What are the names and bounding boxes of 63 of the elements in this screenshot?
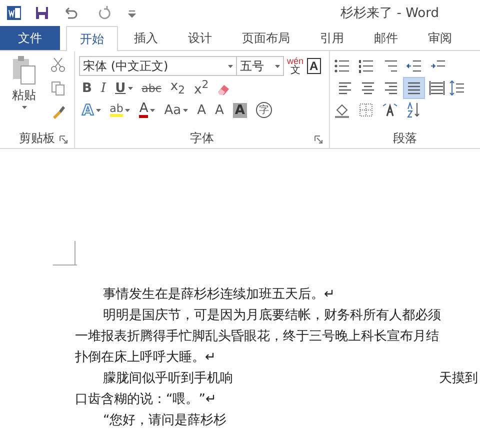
- format-button[interactable]: abc: [138, 78, 164, 98]
- borders-icon[interactable]: [358, 102, 374, 118]
- align-icon: [383, 80, 399, 96]
- scissors-icon[interactable]: [50, 57, 66, 73]
- document-text: 扑倒在床上呼呼大睡。↵: [75, 348, 216, 366]
- document-text: 一堆报表折腾得手忙脚乱头昏眼花，终于三号晚上科长宣布月结: [75, 328, 439, 344]
- ribbon-tab[interactable]: 邮件: [360, 26, 412, 50]
- format-button[interactable]: ab: [106, 100, 134, 120]
- group-label: 段落: [393, 130, 417, 146]
- caret-icon: [22, 106, 26, 109]
- ribbon-tab[interactable]: 页面布局: [228, 26, 304, 50]
- dialog-launcher-icon[interactable]: [314, 135, 323, 144]
- format-button[interactable]: x$^{2}$: [191, 78, 212, 98]
- line-spacing-icon[interactable]: [449, 80, 465, 96]
- numbered-list-icon[interactable]: [358, 58, 374, 74]
- caret-icon: [228, 64, 233, 68]
- ribbon-tab[interactable]: 开始: [66, 26, 118, 51]
- sort-icon[interactable]: [406, 102, 422, 118]
- format-button[interactable]: I: [98, 78, 110, 98]
- phonetic-guide-button[interactable]: wén 文: [287, 56, 304, 76]
- format-button[interactable]: A: [194, 100, 210, 120]
- redo-icon[interactable]: [96, 5, 112, 21]
- ribbon-tab[interactable]: 设计: [174, 26, 226, 50]
- align-icon: [429, 80, 445, 96]
- group-label: 字体: [190, 130, 214, 146]
- format-button[interactable]: B: [79, 78, 95, 98]
- character-border-button[interactable]: A: [306, 58, 322, 74]
- ribbon-tab[interactable]: 插入: [120, 26, 172, 50]
- format-button[interactable]: A: [212, 100, 227, 120]
- align-button[interactable]: [403, 77, 425, 99]
- document-text: 明明是国庆节，可是因为月底要结帐，财务科所有人都必须: [103, 306, 441, 324]
- margin-corner-mark: [53, 241, 77, 267]
- format-button[interactable]: Aa: [161, 100, 192, 120]
- format-button[interactable]: A: [79, 100, 104, 120]
- file-menu-button[interactable]: 文件: [0, 26, 60, 50]
- document-text: 事情发生在是薛杉杉连续加班五天后。↵: [103, 286, 335, 302]
- document-text: 天摸到: [439, 370, 479, 386]
- document-text: “您好，请问是薛杉杉: [103, 412, 227, 428]
- format-button[interactable]: A: [136, 100, 158, 120]
- dialog-launcher-icon[interactable]: [59, 135, 68, 144]
- multilevel-list-icon[interactable]: [382, 58, 398, 74]
- bullet-list-icon[interactable]: [334, 58, 350, 74]
- font-size-dropdown[interactable]: 五号: [236, 56, 284, 76]
- decrease-indent-icon[interactable]: [406, 58, 422, 74]
- caret-icon: [275, 64, 280, 68]
- document-text: 口齿含糊的说：“喂。”↵: [75, 390, 216, 408]
- group-label: 剪贴板: [19, 130, 55, 146]
- align-icon: [360, 80, 376, 96]
- copy-icon[interactable]: [50, 80, 66, 96]
- paste-button[interactable]: 粘贴: [4, 55, 44, 128]
- format-button[interactable]: U: [112, 78, 136, 98]
- align-icon: [406, 80, 422, 96]
- ribbon-tab[interactable]: 审阅: [414, 26, 466, 50]
- ribbon-tab[interactable]: 引用: [306, 26, 358, 50]
- window-title: 杉杉来了 - Word: [340, 5, 439, 22]
- clipboard-icon: [11, 55, 37, 85]
- asian-layout-icon[interactable]: [382, 102, 398, 118]
- format-button[interactable]: x$_{2}$: [167, 78, 188, 98]
- paint-bucket-icon[interactable]: [334, 102, 350, 118]
- word-logo-icon[interactable]: [6, 5, 22, 21]
- font-name-dropdown[interactable]: 宋体 (中文正文): [79, 56, 237, 76]
- document-text: 朦胧间似乎听到手机响: [103, 370, 233, 386]
- align-icon: [337, 80, 353, 96]
